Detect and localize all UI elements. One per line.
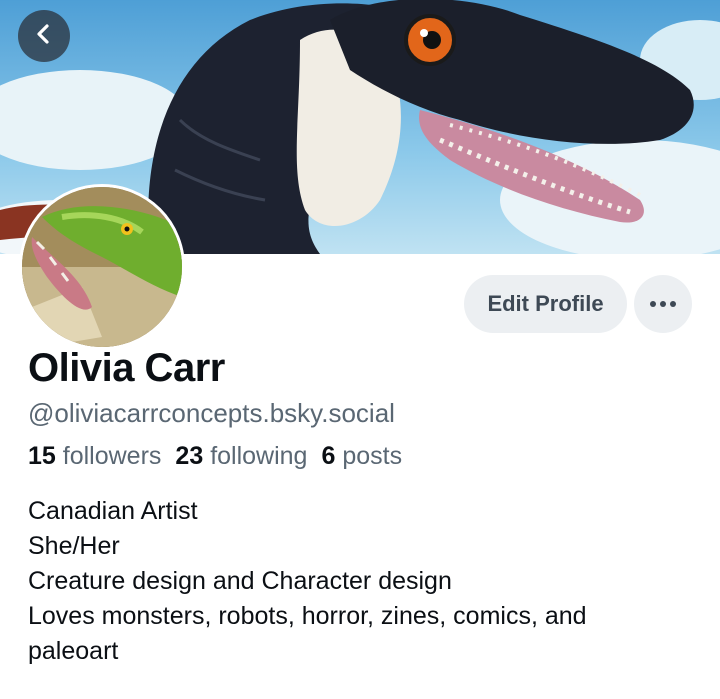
more-options-button[interactable] [634,275,692,333]
edit-profile-button[interactable]: Edit Profile [464,275,627,333]
bio-line: She/Her [28,532,120,560]
back-button[interactable] [18,10,70,62]
followers-link[interactable]: 15 followers [28,442,161,470]
following-count: 23 [175,442,204,470]
bio-line: Canadian Artist [28,497,198,525]
bio-line: Creature design and Character design [28,567,452,595]
handle: @oliviacarrconcepts.bsky.social [28,398,395,428]
following-link[interactable]: 23 following [175,442,307,470]
bio-line: paleoart [28,637,119,665]
bio: Canadian Artist She/Her Creature design … [28,494,688,669]
following-label: following [210,442,308,470]
bio-line: Loves monsters, robots, horror, zines, c… [28,602,587,630]
edit-profile-label: Edit Profile [487,291,604,316]
avatar[interactable] [19,184,185,350]
chevron-left-icon [33,23,55,50]
posts-label: posts [342,442,403,470]
profile-stats: 15 followers 23 following 6 posts [28,442,402,471]
ellipsis-icon [649,295,677,313]
avatar-image [22,187,182,347]
followers-label: followers [62,442,162,470]
display-name: Olivia Carr [28,346,225,390]
posts-count: 6 [321,442,336,470]
followers-count: 15 [28,442,56,470]
posts-count-group: 6 posts [321,442,402,470]
